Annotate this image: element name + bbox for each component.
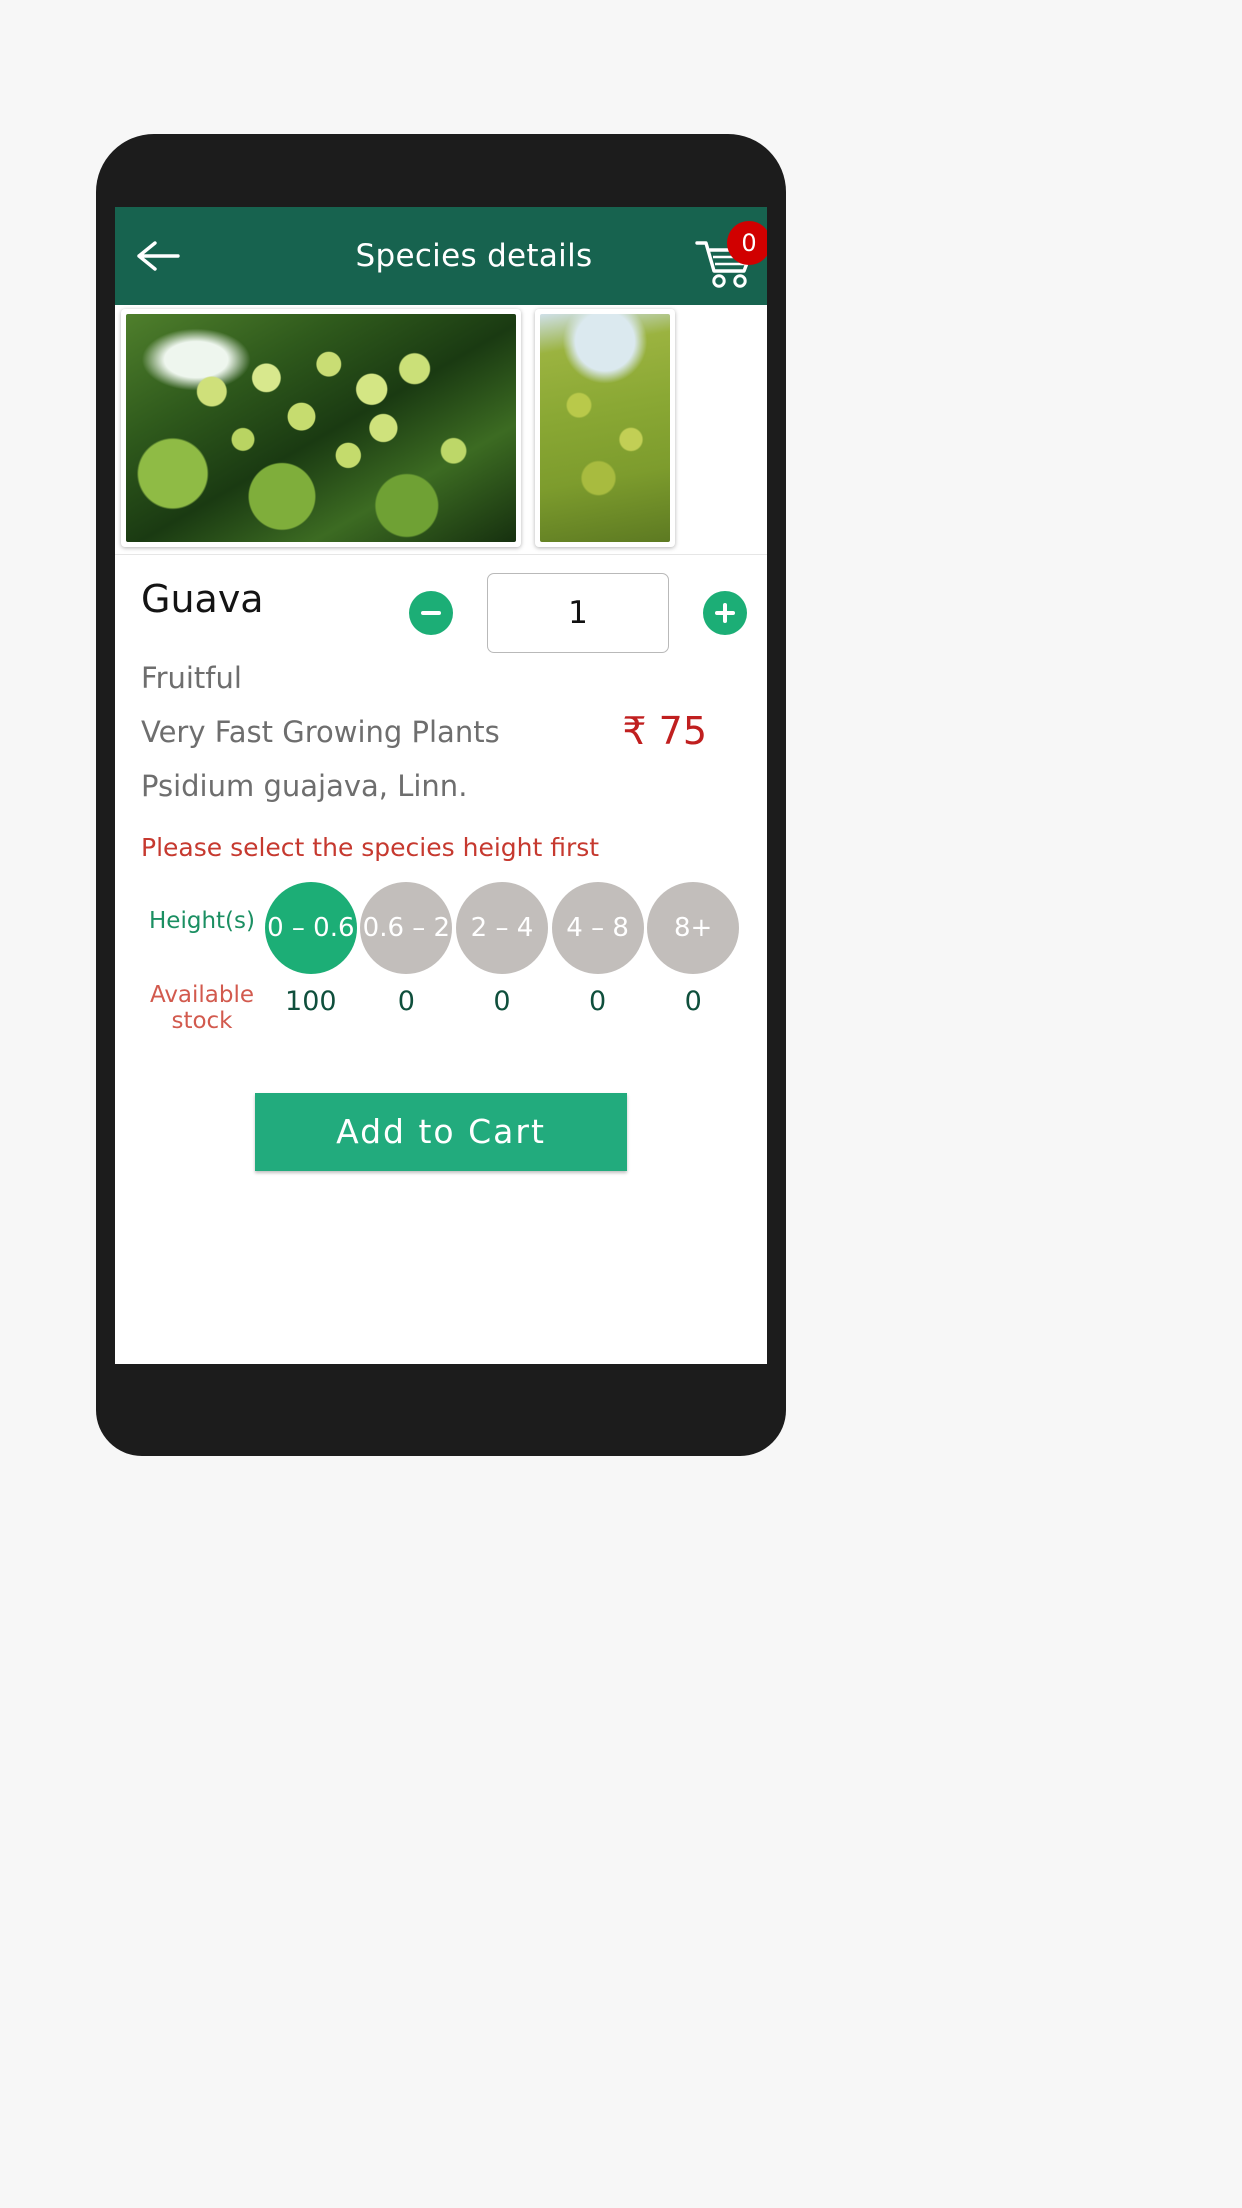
- height-option-cell: 8+: [645, 882, 741, 974]
- height-option-1[interactable]: 0.6 – 2: [360, 882, 453, 974]
- carousel-slide[interactable]: [121, 308, 521, 547]
- cart-button[interactable]: 0: [695, 221, 767, 289]
- species-photo-guava-fruit: [126, 313, 516, 542]
- quantity-increment-button[interactable]: [703, 591, 747, 635]
- stock-value-1: 0: [397, 986, 415, 1017]
- product-growth-row: Very Fast Growing Plants ₹ 75: [141, 709, 741, 753]
- phone-screen: Species details 0 Guava 1 Fruitful Very …: [115, 207, 767, 1364]
- arrow-left-icon: [136, 239, 180, 273]
- stock-value-2: 0: [493, 986, 511, 1017]
- species-details-panel: Guava Fruitful Very Fast Growing Plants …: [115, 555, 767, 1171]
- stock-value-4: 0: [684, 986, 702, 1017]
- stock-value-0: 100: [285, 986, 337, 1017]
- height-option-2[interactable]: 2 – 4: [455, 882, 548, 974]
- plus-icon: [723, 603, 727, 623]
- product-category: Fruitful: [141, 661, 242, 695]
- height-option-cell: 0.6 – 2: [359, 882, 455, 974]
- add-to-cart-button[interactable]: Add to Cart: [255, 1092, 627, 1171]
- quantity-stepper: [409, 573, 747, 653]
- species-photo-guava-shrub: [540, 313, 670, 542]
- height-option-0[interactable]: 0 – 0.6: [264, 882, 357, 974]
- product-price: ₹ 75: [622, 709, 707, 753]
- height-option-4[interactable]: 8+: [647, 882, 740, 974]
- quantity-input[interactable]: [487, 573, 669, 653]
- height-selection-warning: Please select the species height first: [141, 833, 600, 862]
- height-option-cell: 4 – 8: [550, 882, 646, 974]
- available-stock-row-label: Available stock: [149, 982, 255, 1035]
- product-botanical-name: Psidium guajava, Linn.: [141, 769, 468, 803]
- height-option-cell: 2 – 4: [454, 882, 550, 974]
- height-selector: Height(s) 0 – 0.6 0.6 – 2 2 – 4 4 – 8 8+…: [141, 882, 741, 1035]
- phone-device-frame: Species details 0 Guava 1 Fruitful Very …: [96, 134, 786, 1456]
- stock-value-3: 0: [589, 986, 607, 1017]
- carousel-slide[interactable]: [535, 308, 675, 547]
- minus-icon: [421, 611, 441, 615]
- product-title-row: Guava: [141, 573, 747, 653]
- page-title: Species details: [355, 238, 593, 274]
- quantity-decrement-button[interactable]: [409, 591, 453, 635]
- height-row-label: Height(s): [149, 908, 255, 934]
- height-option-3[interactable]: 4 – 8: [551, 882, 644, 974]
- height-option-cell: 0 – 0.6: [263, 882, 359, 974]
- species-image-carousel[interactable]: [115, 305, 767, 555]
- cart-count-badge: 0: [727, 221, 767, 265]
- product-name: Guava: [141, 577, 264, 621]
- app-bar: Species details 0: [115, 207, 767, 305]
